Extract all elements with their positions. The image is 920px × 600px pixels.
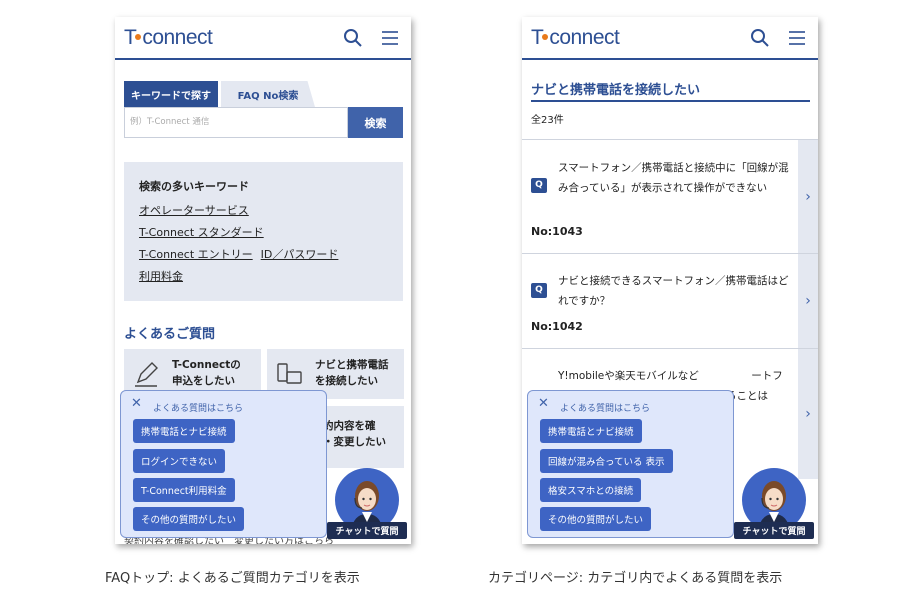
chat-chip[interactable]: その他の質問がしたい [133, 507, 245, 531]
question-item[interactable]: Q ナビと接続できるスマートフォン／携帯電話はどれですか？ No:1042 › [522, 254, 818, 348]
search-button[interactable]: 検索 [348, 107, 403, 138]
q-badge-icon: Q [531, 178, 547, 193]
category-page-screen: Tconnect ナビと携帯電話を接続したい 全23件 Q スマートフォン／携帯… [522, 17, 818, 544]
hamburger-menu-icon[interactable] [380, 28, 400, 48]
search-input[interactable]: 例）T-Connect 通信 [124, 107, 348, 138]
keyword-link[interactable]: オペレーターサービス [139, 204, 249, 217]
caption-right: カテゴリページ: カテゴリ内でよくある質問を表示 [488, 571, 783, 586]
close-icon[interactable]: ✕ [538, 396, 549, 411]
question-number: No:1043 [531, 225, 583, 238]
logo-dot [135, 33, 142, 40]
category-label: ナビと携帯電話 を接続したい [315, 359, 389, 387]
tconnect-logo[interactable]: Tconnect [531, 26, 620, 50]
search-icon[interactable] [343, 28, 363, 48]
question-item[interactable]: Q スマートフォン／携帯電話と接続中に「回線が混み合っている」が表示されて操作が… [522, 140, 818, 253]
chat-chip[interactable]: 回線が混み合っている 表示 [540, 449, 673, 473]
category-label: 約内容を確 ・変更したい [323, 420, 386, 448]
chat-chip[interactable]: その他の質問がしたい [540, 507, 652, 531]
keyword-link[interactable]: 利用料金 [139, 270, 183, 283]
chat-suggestion-popup: ✕ よくある質問はこちら 携帯電話とナビ接続 ログインできない T-Connec… [120, 390, 327, 538]
keyword-link[interactable]: T-Connect エントリー [139, 248, 253, 261]
chat-chip[interactable]: T-Connect利用料金 [133, 478, 235, 502]
category-title: ナビと携帯電話を接続したい [531, 83, 701, 98]
chevron-right-icon[interactable]: › [798, 140, 818, 253]
popup-title: よくある質問はこちら [560, 404, 651, 414]
chat-chip[interactable]: 携帯電話とナビ接続 [540, 419, 642, 443]
chat-question-button[interactable]: チャットで質問 [734, 522, 814, 539]
popular-keywords-title: 検索の多いキーワード [139, 180, 249, 193]
q-badge-icon: Q [531, 283, 547, 298]
tab-faq-no-search[interactable]: FAQ No検索 [221, 81, 315, 107]
faq-top-screen: Tconnect キーワードで探す FAQ No検索 例）T-Connect 通… [115, 17, 411, 544]
chevron-right-icon[interactable]: › [798, 349, 818, 479]
chat-chip[interactable]: 格安スマホとの接続 [540, 478, 642, 502]
keyword-link[interactable]: ID／パスワード [261, 248, 339, 261]
category-title-underline [531, 100, 810, 102]
question-text: スマートフォン／携帯電話と接続中に「回線が混み合っている」が表示されて操作ができ… [558, 162, 789, 194]
chat-chip[interactable]: ログインできない [133, 449, 226, 473]
tab-keyword-search[interactable]: キーワードで探す [124, 81, 218, 107]
category-label: T-Connectの 申込をしたい [172, 359, 241, 387]
popup-title: よくある質問はこちら [153, 404, 244, 414]
keyword-link[interactable]: T-Connect スタンダード [139, 226, 264, 239]
tconnect-logo[interactable]: Tconnect [124, 26, 213, 50]
chat-suggestion-popup: ✕ よくある質問はこちら 携帯電話とナビ接続 回線が混み合っている 表示 格安ス… [527, 390, 734, 538]
hamburger-menu-icon[interactable] [787, 28, 807, 48]
result-count: 全23件 [531, 115, 564, 126]
question-number: No:1042 [531, 320, 583, 333]
site-header: Tconnect [522, 17, 818, 60]
site-header: Tconnect [115, 17, 411, 60]
search-icon[interactable] [750, 28, 770, 48]
chat-chip[interactable]: 携帯電話とナビ接続 [133, 419, 235, 443]
phone-navi-icon [277, 363, 302, 384]
pen-icon [135, 362, 158, 387]
close-icon[interactable]: ✕ [131, 396, 142, 411]
chat-question-button[interactable]: チャットで質問 [327, 522, 407, 539]
question-text: ナビと接続できるスマートフォン／携帯電話はどれですか？ [558, 275, 789, 307]
faq-section-title: よくあるご質問 [124, 327, 216, 342]
logo-dot [542, 33, 549, 40]
chevron-right-icon[interactable]: › [798, 254, 818, 348]
caption-left: FAQトップ: よくあるご質問カテゴリを表示 [105, 571, 360, 586]
popular-keywords-panel: 検索の多いキーワード オペレーターサービス T-Connect スタンダード T… [124, 162, 403, 301]
